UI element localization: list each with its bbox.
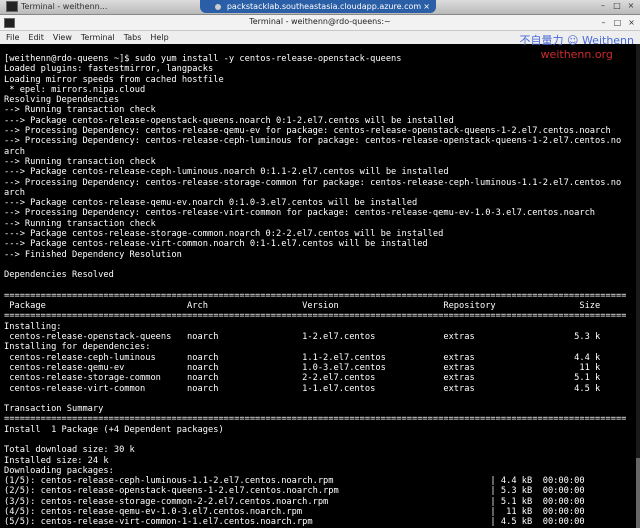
terminal-line: --> Running transaction check bbox=[4, 218, 156, 229]
terminal-output[interactable]: [weithenn@rdo-queens ~]$ sudo yum instal… bbox=[0, 54, 636, 528]
terminal-line: --> Running transaction check bbox=[4, 156, 156, 167]
terminal-line: ---> Package centos-release-qemu-ev.noar… bbox=[4, 198, 418, 209]
terminal-line: (2/5): centos-release-openstack-queens-1… bbox=[4, 486, 585, 497]
terminal-line: Loading mirror speeds from cached hostfi… bbox=[4, 74, 224, 85]
host-close-icon[interactable]: × bbox=[423, 0, 430, 13]
terminal-line: Installing for dependencies: bbox=[4, 342, 151, 353]
terminal-line: --> Processing Dependency: centos-releas… bbox=[4, 177, 622, 188]
terminal-line: Loaded plugins: fastestmirror, langpacks bbox=[4, 64, 214, 75]
panel-close-icon[interactable]: × bbox=[626, 1, 636, 11]
panel-minimize-icon[interactable]: – bbox=[598, 1, 608, 11]
terminal-line: centos-release-ceph-luminous noarch 1.1-… bbox=[4, 352, 601, 363]
terminal-line: arch bbox=[4, 146, 25, 157]
taskbar-terminal-label: Terminal - weithenn... bbox=[21, 2, 108, 11]
close-icon[interactable]: × bbox=[626, 17, 637, 28]
watermark-line1: 不自量力 ☺ Weithenn bbox=[519, 34, 634, 47]
terminal-line: ---> Package centos-release-openstack-qu… bbox=[4, 115, 454, 126]
top-panel: Terminal - weithenn... packstacklab.sout… bbox=[0, 0, 640, 15]
scrollbar-thumb[interactable] bbox=[636, 458, 640, 528]
menu-edit[interactable]: Edit bbox=[28, 31, 44, 44]
terminal-line: centos-release-storage-common noarch 2-2… bbox=[4, 373, 601, 384]
terminal-line: Dependencies Resolved bbox=[4, 270, 114, 281]
terminal-line: Installing: bbox=[4, 321, 62, 332]
terminal-line: (3/5): centos-release-storage-common-2-2… bbox=[4, 496, 585, 507]
menu-tabs[interactable]: Tabs bbox=[124, 31, 142, 44]
terminal-line: (5/5): centos-release-virt-common-1-1.el… bbox=[4, 517, 585, 528]
window-controls: – □ × bbox=[598, 17, 637, 28]
terminal-line: centos-release-virt-common noarch 1-1.el… bbox=[4, 383, 601, 394]
terminal-line: --> Processing Dependency: centos-releas… bbox=[4, 136, 622, 147]
taskbar-terminal-item[interactable]: Terminal - weithenn... bbox=[6, 1, 107, 12]
window-title: Terminal - weithenn@rdo-queens:~ bbox=[249, 17, 391, 26]
menu-help[interactable]: Help bbox=[150, 31, 168, 44]
terminal-line: --> Running transaction check bbox=[4, 105, 156, 116]
terminal-line: ========================================… bbox=[4, 414, 627, 425]
terminal-line: * epel: mirrors.nipa.cloud bbox=[4, 84, 146, 95]
scrollbar[interactable] bbox=[636, 44, 640, 528]
terminal-line: ---> Package centos-release-storage-comm… bbox=[4, 229, 444, 240]
remote-host-bar[interactable]: packstacklab.southeastasia.cloudapp.azur… bbox=[200, 0, 436, 13]
terminal-line: centos-release-qemu-ev noarch 1.0-3.el7.… bbox=[4, 362, 601, 373]
terminal-line: Installed size: 24 k bbox=[4, 455, 109, 466]
remote-host-label: packstacklab.southeastasia.cloudapp.azur… bbox=[226, 2, 422, 11]
terminal-line: centos-release-openstack-queens noarch 1… bbox=[4, 332, 601, 343]
terminal-line: ========================================… bbox=[4, 311, 627, 322]
window-titlebar[interactable]: Terminal - weithenn@rdo-queens:~ – □ × bbox=[0, 15, 640, 31]
menu-view[interactable]: View bbox=[53, 31, 72, 44]
pin-icon[interactable] bbox=[214, 3, 221, 10]
terminal-line: Transaction Summary bbox=[4, 404, 104, 415]
terminal-line: Downloading packages: bbox=[4, 465, 114, 476]
terminal-line: Package Arch Version Repository Size bbox=[4, 301, 601, 312]
terminal-line: --> Finished Dependency Resolution bbox=[4, 249, 182, 260]
panel-controls: – □ × bbox=[598, 1, 636, 11]
terminal-line: [weithenn@rdo-queens ~]$ sudo yum instal… bbox=[4, 54, 402, 64]
menu-terminal[interactable]: Terminal bbox=[81, 31, 115, 44]
terminal-line: arch bbox=[4, 187, 25, 198]
terminal-line: ========================================… bbox=[4, 290, 627, 301]
minimize-icon[interactable]: – bbox=[598, 17, 609, 28]
terminal-line: (1/5): centos-release-ceph-luminous-1.1-… bbox=[4, 476, 585, 487]
terminal-line: (4/5): centos-release-qemu-ev-1.0-3.el7.… bbox=[4, 507, 585, 518]
terminal-line: ---> Package centos-release-ceph-luminou… bbox=[4, 167, 449, 178]
terminal-line: ---> Package centos-release-virt-common.… bbox=[4, 239, 428, 250]
panel-maximize-icon[interactable]: □ bbox=[612, 1, 622, 11]
terminal-icon bbox=[6, 1, 18, 12]
terminal-line: Resolving Dependencies bbox=[4, 95, 120, 106]
maximize-icon[interactable]: □ bbox=[612, 17, 623, 28]
terminal-line: --> Processing Dependency: centos-releas… bbox=[4, 208, 596, 219]
terminal-line: --> Processing Dependency: centos-releas… bbox=[4, 126, 611, 137]
terminal-line: Total download size: 30 k bbox=[4, 445, 135, 456]
menu-file[interactable]: File bbox=[6, 31, 19, 44]
terminal-line: Install 1 Package (+4 Dependent packages… bbox=[4, 424, 224, 435]
